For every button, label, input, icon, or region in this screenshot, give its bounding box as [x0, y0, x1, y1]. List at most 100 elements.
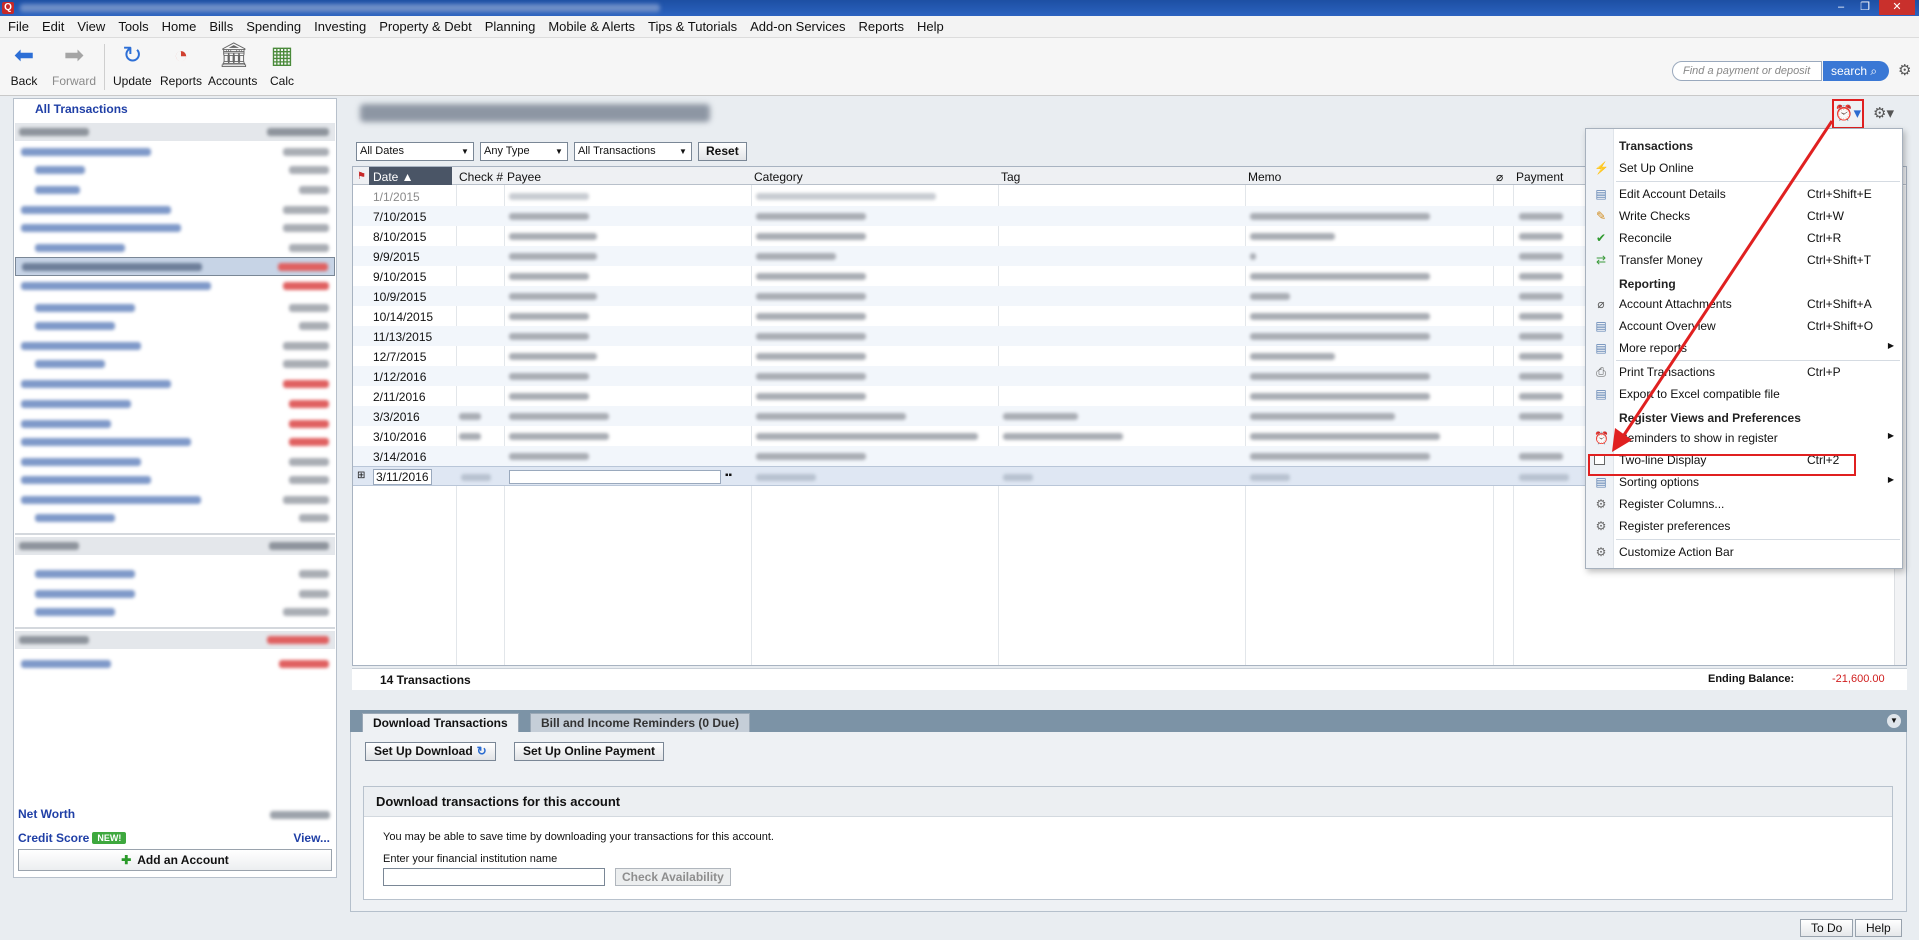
check-availability-button[interactable]: Check Availability [615, 868, 731, 886]
collapse-panel-icon[interactable]: ▼ [1887, 714, 1901, 728]
find-transaction-input[interactable]: Find a payment or deposit [1672, 61, 1822, 81]
account-item[interactable] [15, 433, 335, 451]
search-button[interactable]: search ⌕ [1823, 61, 1889, 81]
menu-tips-tutorials[interactable]: Tips & Tutorials [648, 19, 737, 34]
type-filter-select[interactable]: Any Type ▼ [480, 142, 568, 161]
reset-button[interactable]: Reset [698, 142, 747, 161]
menu-property-debt[interactable]: Property & Debt [379, 19, 472, 34]
minimize-button[interactable]: – [1831, 0, 1851, 15]
account-item[interactable] [15, 143, 335, 161]
account-item[interactable] [15, 219, 335, 237]
close-button[interactable]: ✕ [1879, 0, 1915, 15]
menu-item-edit-account-details[interactable]: ▤ Edit Account Details Ctrl+Shift+E [1586, 183, 1902, 205]
menu-planning[interactable]: Planning [485, 19, 536, 34]
row-date: 3/10/2016 [373, 430, 427, 444]
menu-tools[interactable]: Tools [118, 19, 148, 34]
update-button[interactable]: ↻ Update [113, 42, 152, 88]
account-item[interactable] [15, 375, 335, 393]
new-row-payee-field[interactable] [509, 470, 721, 484]
institution-input[interactable] [383, 868, 605, 886]
attachment-column-icon[interactable]: ⌀ [1496, 170, 1503, 184]
menu-reports[interactable]: Reports [859, 19, 905, 34]
account-item[interactable] [15, 655, 335, 673]
menu-view[interactable]: View [77, 19, 105, 34]
net-worth-label[interactable]: Net Worth [18, 807, 75, 821]
account-item[interactable] [15, 509, 335, 527]
account-group-property-debt[interactable] [15, 631, 335, 649]
menu-item-reminders-in-register[interactable]: ⏰ Reminders to show in register ▶ [1586, 427, 1902, 449]
date-column-header[interactable]: Date ▲ [369, 167, 452, 185]
account-item[interactable] [15, 603, 335, 621]
all-transactions-link[interactable]: All Transactions [35, 102, 128, 116]
menu-investing[interactable]: Investing [314, 19, 366, 34]
account-item[interactable] [15, 181, 335, 199]
menu-item-write-checks[interactable]: ✎ Write Checks Ctrl+W [1586, 205, 1902, 227]
toolbar-gear-icon[interactable]: ⚙ [1898, 61, 1911, 79]
memo-column-header[interactable]: Memo [1248, 170, 1281, 184]
payee-lookup-icon[interactable]: ▪▪ [725, 470, 732, 481]
view-credit-score-link[interactable]: View... [293, 831, 330, 845]
menu-item-reconcile[interactable]: ✔ Reconcile Ctrl+R [1586, 227, 1902, 249]
account-item-selected[interactable] [15, 257, 335, 276]
menu-home[interactable]: Home [162, 19, 197, 34]
reminder-action-button[interactable]: ⏰▾ [1832, 99, 1864, 129]
menu-item-print-transactions[interactable]: ⎙ Print Transactions Ctrl+P [1586, 361, 1902, 383]
account-item[interactable] [15, 317, 335, 335]
account-group-banking[interactable] [15, 123, 335, 141]
tab-download-transactions[interactable]: Download Transactions [362, 713, 519, 732]
transactions-filter-select[interactable]: All Transactions ▼ [574, 142, 692, 161]
menu-mobile-alerts[interactable]: Mobile & Alerts [548, 19, 635, 34]
account-item[interactable] [15, 239, 335, 257]
menu-item-export-excel[interactable]: ▤ Export to Excel compatible file [1586, 383, 1902, 405]
payee-column-header[interactable]: Payee [507, 170, 541, 184]
menu-item-customize-action-bar[interactable]: ⚙ Customize Action Bar [1586, 541, 1902, 563]
account-item[interactable] [15, 277, 335, 295]
tag-column-header[interactable]: Tag [1001, 170, 1020, 184]
menu-edit[interactable]: Edit [42, 19, 64, 34]
menu-file[interactable]: File [8, 19, 29, 34]
account-item[interactable] [15, 585, 335, 603]
menu-item-account-overview[interactable]: ▤ Account Overview Ctrl+Shift+O [1586, 315, 1902, 337]
menu-spending[interactable]: Spending [246, 19, 301, 34]
forward-button[interactable]: ➡ Forward [52, 42, 96, 88]
menu-addon-services[interactable]: Add-on Services [750, 19, 845, 34]
add-account-button[interactable]: ✚ Add an Account [18, 849, 332, 871]
menu-item-account-attachments[interactable]: ⌀ Account Attachments Ctrl+Shift+A [1586, 293, 1902, 315]
date-filter-select[interactable]: All Dates ▼ [356, 142, 474, 161]
account-item[interactable] [15, 395, 335, 413]
menu-help[interactable]: Help [917, 19, 944, 34]
account-item[interactable] [15, 201, 335, 219]
account-item[interactable] [15, 161, 335, 179]
new-row-date-field[interactable]: 3/11/2016 [373, 469, 432, 485]
account-item[interactable] [15, 565, 335, 583]
setup-online-payment-button[interactable]: Set Up Online Payment [514, 742, 665, 761]
check-column-header[interactable]: Check # [459, 170, 503, 184]
back-button[interactable]: ⬅ Back [10, 42, 38, 88]
account-item[interactable] [15, 415, 335, 433]
menu-item-register-preferences[interactable]: ⚙ Register preferences [1586, 515, 1902, 537]
menu-item-set-up-online[interactable]: ⚡ Set Up Online [1586, 157, 1902, 179]
reports-button[interactable]: ◔ Reports [160, 42, 202, 88]
account-item[interactable] [15, 355, 335, 373]
account-item[interactable] [15, 453, 335, 471]
account-item[interactable] [15, 337, 335, 355]
calc-button[interactable]: ▦ Calc [268, 42, 296, 88]
account-group-investing[interactable] [15, 537, 335, 555]
account-actions-gear-icon[interactable]: ⚙▾ [1873, 104, 1894, 122]
account-item[interactable] [15, 471, 335, 489]
todo-button[interactable]: To Do [1800, 919, 1854, 937]
payment-column-header[interactable]: Payment [1516, 170, 1563, 184]
restore-button[interactable]: ❐ [1855, 0, 1875, 15]
tab-bill-reminders[interactable]: Bill and Income Reminders (0 Due) [530, 713, 751, 732]
menu-item-more-reports[interactable]: ▤ More reports ▶ [1586, 337, 1902, 359]
credit-score-link[interactable]: Credit Score NEW! [18, 831, 127, 845]
menu-bills[interactable]: Bills [209, 19, 233, 34]
menu-item-register-columns[interactable]: ⚙ Register Columns... [1586, 493, 1902, 515]
category-column-header[interactable]: Category [754, 170, 803, 184]
setup-download-button[interactable]: Set Up Download ↻ [365, 742, 496, 761]
accounts-button[interactable]: 🏛 Accounts [208, 42, 257, 88]
help-button[interactable]: Help [1855, 919, 1902, 937]
menu-item-transfer-money[interactable]: ⇄ Transfer Money Ctrl+Shift+T [1586, 249, 1902, 271]
account-item[interactable] [15, 299, 335, 317]
account-item[interactable] [15, 491, 335, 509]
